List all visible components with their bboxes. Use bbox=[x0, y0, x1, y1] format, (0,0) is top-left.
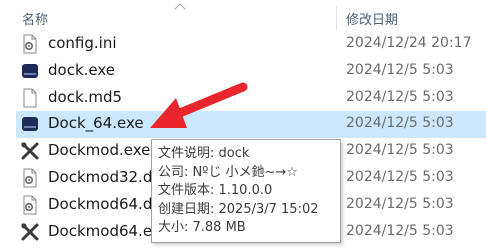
file-row-config-ini[interactable]: config.ini 2024/12/24 20:17 bbox=[16, 31, 486, 58]
file-row-dock-exe[interactable]: dock.exe 2024/12/5 5:03 bbox=[16, 58, 486, 85]
settings-file-icon bbox=[20, 168, 42, 188]
column-divider[interactable] bbox=[336, 6, 337, 30]
file-date: 2024/12/5 5:03 bbox=[346, 62, 454, 78]
column-header-name[interactable]: 名称 bbox=[22, 9, 48, 28]
settings-file-icon bbox=[20, 195, 42, 215]
tooltip-version: 文件版本: 1.10.0.0 bbox=[158, 183, 273, 199]
tools-icon bbox=[20, 141, 42, 161]
file-name: Dockmod.exe bbox=[48, 141, 151, 159]
file-date: 2024/12/5 5:03 bbox=[346, 142, 454, 158]
settings-file-icon bbox=[20, 34, 42, 54]
column-header-date[interactable]: 修改日期 bbox=[346, 9, 398, 28]
file-date: 2024/12/5 5:03 bbox=[346, 196, 454, 212]
file-name: Dockmod64.e bbox=[48, 222, 153, 240]
file-date: 2024/12/5 5:03 bbox=[346, 115, 454, 131]
tooltip-created: 创建日期: 2025/3/7 15:02 bbox=[158, 201, 319, 217]
file-name: dock.exe bbox=[48, 61, 116, 79]
file-info-tooltip: 文件说明: dock 公司: Nºじ 小メ釶~→☆ 文件版本: 1.10.0.0… bbox=[151, 139, 341, 243]
file-row-dock-64-exe[interactable]: Dock_64.exe 2024/12/5 5:03 bbox=[16, 111, 486, 138]
file-name: Dockmod64.d bbox=[48, 195, 153, 213]
file-date: 2024/12/24 20:17 bbox=[346, 35, 472, 51]
blank-file-icon bbox=[20, 88, 42, 108]
file-date: 2024/12/5 5:03 bbox=[346, 169, 454, 185]
tooltip-company: 公司: Nºじ 小メ釶~→☆ bbox=[158, 164, 298, 180]
file-name: Dock_64.exe bbox=[48, 114, 144, 132]
file-row-dock-md5[interactable]: dock.md5 2024/12/5 5:03 bbox=[16, 85, 486, 112]
tools-icon bbox=[20, 222, 42, 242]
sort-chevron-up-icon bbox=[174, 0, 186, 16]
tooltip-size: 大小: 7.88 MB bbox=[158, 220, 246, 236]
file-name: Dockmod32.d bbox=[48, 168, 153, 186]
file-date: 2024/12/5 5:03 bbox=[346, 89, 454, 105]
dock-app-icon bbox=[20, 114, 42, 134]
column-header: 名称 修改日期 bbox=[0, 0, 486, 30]
tooltip-description: 文件说明: dock bbox=[158, 146, 250, 161]
file-name: dock.md5 bbox=[48, 88, 123, 106]
file-date: 2024/12/5 5:03 bbox=[346, 223, 454, 239]
file-name: config.ini bbox=[48, 34, 117, 52]
dock-app-icon bbox=[20, 61, 42, 81]
